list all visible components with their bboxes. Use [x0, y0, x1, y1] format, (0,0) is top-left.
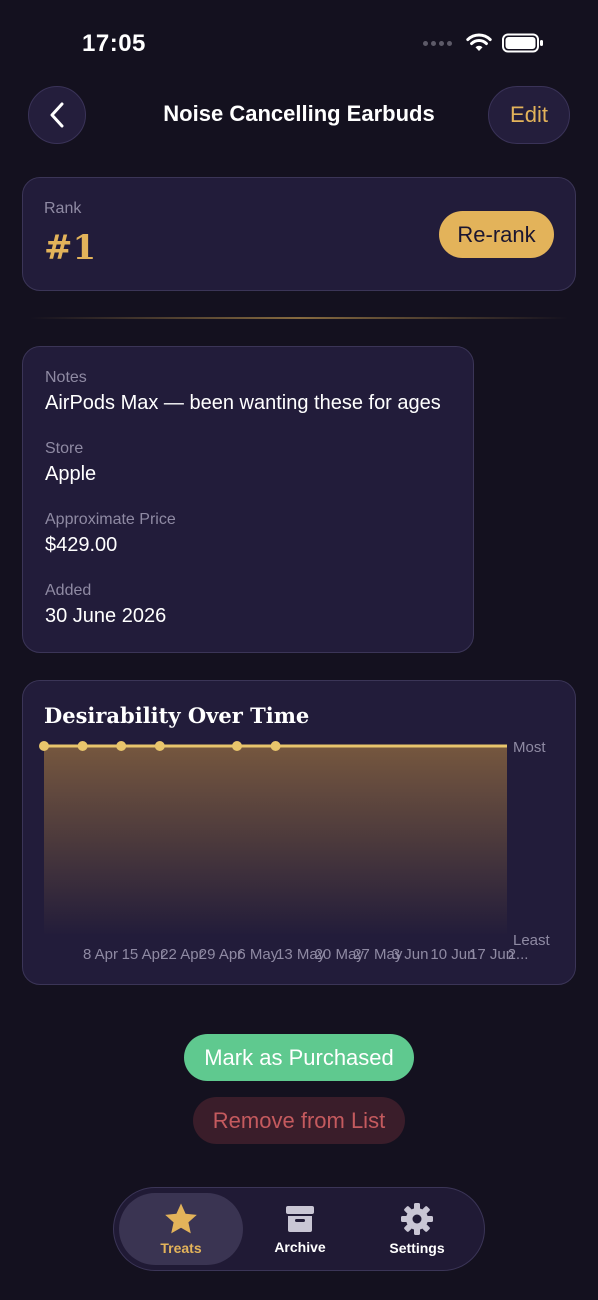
store-label: Store: [45, 440, 84, 457]
rank-label: Rank: [44, 200, 82, 217]
tab-settings-label: Settings: [389, 1240, 445, 1256]
notes-field: Notes AirPods Max — been wanting these f…: [45, 369, 441, 415]
price-label: Approximate Price: [45, 511, 176, 528]
store-field: Store Apple: [45, 440, 96, 486]
remove-from-list-button[interactable]: Remove from List: [193, 1097, 405, 1144]
added-label: Added: [45, 582, 92, 599]
tab-archive-label: Archive: [274, 1239, 326, 1255]
divider: [30, 317, 568, 319]
rank-card: Rank #1 Re-rank: [22, 177, 576, 291]
status-time: 17:05: [82, 30, 146, 57]
tab-settings[interactable]: Settings: [355, 1193, 479, 1265]
status-indicators: [423, 33, 544, 53]
y-axis-bottom-label: Least: [513, 932, 551, 949]
battery-icon: [502, 33, 543, 53]
x-tick-label: 8 Apr: [83, 946, 118, 963]
mark-purchased-button[interactable]: Mark as Purchased: [184, 1034, 414, 1081]
tab-treats-label: Treats: [160, 1240, 202, 1256]
desirability-chart-card: Desirability Over Time 8 Apr 15 Apr 22 Apr…: [22, 680, 576, 985]
gear-icon: [401, 1203, 433, 1235]
notes-label: Notes: [45, 369, 87, 386]
chart-point: [154, 741, 165, 751]
rank-value: #1: [44, 228, 97, 268]
tab-treats[interactable]: Treats: [119, 1193, 243, 1265]
price-value: $429.00: [45, 534, 118, 556]
desirability-chart: 8 Apr 15 Apr22 Apr29 Apr6 May13 May20 May…: [39, 739, 551, 963]
chart-point: [39, 741, 49, 751]
chart-point: [232, 741, 242, 751]
added-field: Added 30 June 2026: [45, 582, 166, 628]
wifi-icon: [466, 33, 492, 51]
notes-value: AirPods Max — been wanting these for age…: [45, 392, 441, 414]
rerank-button[interactable]: Re-rank: [439, 211, 554, 258]
price-field: Approximate Price $429.00: [45, 511, 176, 557]
chart-area: [44, 746, 507, 936]
edit-button[interactable]: Edit: [488, 86, 570, 144]
x-tick-label: 29 Apr: [199, 946, 242, 963]
added-value: 30 June 2026: [45, 605, 167, 627]
chart-point: [270, 741, 281, 751]
tab-archive[interactable]: Archive: [238, 1193, 362, 1265]
tab-bar: Treats Archive Settings: [113, 1187, 485, 1271]
chart-point: [116, 741, 127, 751]
x-tick-label: 3 Jun: [392, 946, 429, 963]
details-card: Notes AirPods Max — been wanting these f…: [22, 346, 474, 653]
chart-point: [77, 741, 88, 751]
x-tick-label: 22 Apr: [160, 946, 203, 963]
x-tick-label: 15 Apr: [122, 946, 165, 963]
archive-box-icon: [286, 1206, 314, 1232]
x-tick-label: 6 May: [237, 946, 278, 963]
star-icon: [165, 1203, 197, 1234]
store-value: Apple: [45, 463, 97, 485]
signal-icon: [423, 40, 452, 46]
y-axis-top-label: Most: [513, 739, 546, 756]
